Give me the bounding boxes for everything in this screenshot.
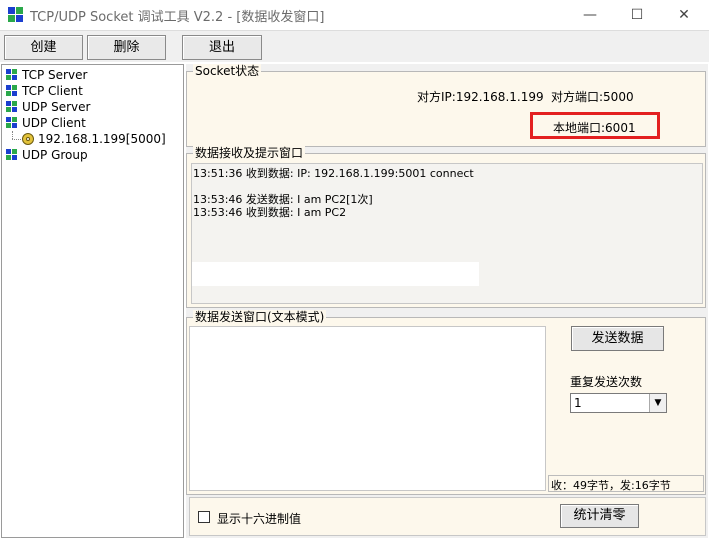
hex-display-label: 显示十六进制值 xyxy=(217,512,302,526)
tree-item-label: TCP Client xyxy=(22,84,83,98)
socket-type-icon xyxy=(6,117,18,129)
repeat-count-select[interactable]: 1 ▼ xyxy=(570,393,667,413)
remote-port: 对方端口:5000 xyxy=(551,90,634,104)
socket-tree: TCP Server TCP Client UDP Server UDP Cli… xyxy=(1,64,184,538)
socket-status-title: Socket状态 xyxy=(193,64,262,78)
app-icon xyxy=(8,7,24,23)
tree-item-label: TCP Server xyxy=(22,68,88,82)
tree-item-label: UDP Group xyxy=(22,148,88,162)
send-data-button[interactable]: 发送数据 xyxy=(571,326,664,351)
tree-connector xyxy=(12,139,21,140)
reset-stats-button[interactable]: 统计清零 xyxy=(560,504,639,528)
hex-display-checkbox[interactable] xyxy=(198,511,210,523)
connection-icon xyxy=(22,133,34,145)
byte-stats: 收：49字节，发:16字节 xyxy=(551,479,671,492)
socket-type-icon xyxy=(6,101,18,113)
send-text-area[interactable] xyxy=(189,326,546,491)
tree-item-label: 192.168.1.199[5000] xyxy=(38,132,166,146)
exit-button[interactable]: 退出 xyxy=(182,35,262,60)
local-port: 本地端口:6001 xyxy=(553,121,636,135)
repeat-count-value: 1 xyxy=(574,396,582,410)
receive-line: 13:53:46 收到数据: I am PC2 xyxy=(193,206,347,219)
socket-type-icon xyxy=(6,149,18,161)
window-title: TCP/UDP Socket 调试工具 V2.2 - [数据收发窗口] xyxy=(30,10,325,25)
remote-ip: 对方IP:192.168.1.199 xyxy=(417,90,544,104)
chevron-down-icon[interactable]: ▼ xyxy=(649,394,666,412)
tree-connector xyxy=(12,131,13,139)
tree-item-label: UDP Client xyxy=(22,116,86,130)
delete-button[interactable]: 删除 xyxy=(87,35,166,60)
socket-type-icon xyxy=(6,69,18,81)
tree-item-label: UDP Server xyxy=(22,100,91,114)
receive-group-title: 数据接收及提示窗口 xyxy=(193,146,306,160)
create-button[interactable]: 创建 xyxy=(4,35,83,60)
receive-line: 13:51:36 收到数据: IP: 192.168.1.199:5001 co… xyxy=(193,167,474,180)
socket-type-icon xyxy=(6,85,18,97)
maximize-button[interactable]: ☐ xyxy=(614,0,660,30)
close-button[interactable]: ✕ xyxy=(661,0,707,30)
minimize-button[interactable]: — xyxy=(567,0,613,30)
send-group-title: 数据发送窗口(文本模式) xyxy=(193,310,327,324)
receive-selection-strip xyxy=(192,262,479,286)
repeat-count-label: 重复发送次数 xyxy=(570,375,643,389)
